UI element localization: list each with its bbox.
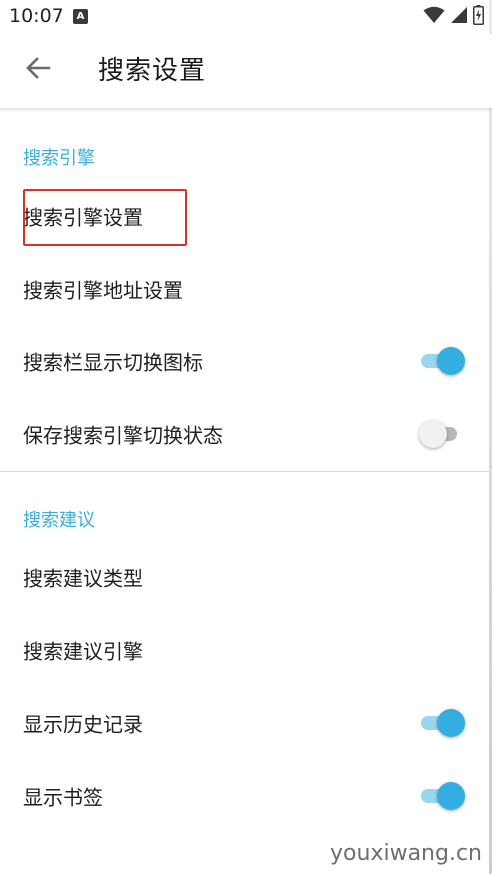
- switch-thumb: [437, 782, 465, 810]
- switch-thumb: [419, 420, 447, 448]
- app-bar: 搜索设置: [0, 34, 492, 108]
- notification-icon: A: [73, 9, 88, 24]
- pref-save-search-engine-switch-state[interactable]: 保存搜索引擎切换状态: [0, 398, 492, 470]
- settings-screen: 10:07 A 搜索设置 搜索引擎 搜索引擎设置 搜索引擎地址设置 搜索栏显示切…: [0, 0, 492, 874]
- pref-search-engine-url-settings[interactable]: 搜索引擎地址设置: [0, 253, 492, 325]
- pref-show-history[interactable]: 显示历史记录: [0, 687, 492, 759]
- toggle-switch[interactable]: [419, 419, 465, 449]
- pref-suggestion-engine[interactable]: 搜索建议引擎: [0, 614, 492, 686]
- highlight-box: [23, 189, 187, 246]
- pref-label: 显示书签: [23, 785, 103, 810]
- watermark: youxiwang.cn: [330, 841, 482, 866]
- switch-thumb: [437, 709, 465, 737]
- toggle-switch[interactable]: [419, 708, 465, 738]
- pref-search-bar-show-switch-icon[interactable]: 搜索栏显示切换图标: [0, 325, 492, 397]
- pref-label: 搜索建议类型: [23, 566, 143, 591]
- status-time: 10:07: [9, 5, 64, 27]
- back-button[interactable]: [20, 52, 56, 88]
- section-header-search-suggestions: 搜索建议: [23, 510, 95, 531]
- battery-icon: [473, 5, 484, 29]
- switch-thumb: [437, 347, 465, 375]
- pref-label: 搜索引擎地址设置: [23, 278, 183, 303]
- signal-icon: [450, 6, 468, 28]
- pref-label: 搜索建议引擎: [23, 639, 143, 664]
- toggle-switch[interactable]: [419, 781, 465, 811]
- status-bar: 10:07 A: [0, 0, 492, 34]
- page-title: 搜索设置: [98, 56, 207, 86]
- section-divider: [0, 471, 492, 472]
- pref-show-bookmarks[interactable]: 显示书签: [0, 760, 492, 832]
- pref-suggestion-type[interactable]: 搜索建议类型: [0, 541, 492, 613]
- wifi-icon: [423, 6, 445, 28]
- pref-label: 保存搜索引擎切换状态: [23, 423, 223, 448]
- toggle-switch[interactable]: [419, 346, 465, 376]
- pref-label: 显示历史记录: [23, 712, 143, 737]
- status-icons: [423, 5, 484, 29]
- pref-label: 搜索栏显示切换图标: [23, 350, 203, 375]
- arrow-left-icon: [25, 55, 51, 85]
- section-header-search-engine: 搜索引擎: [23, 148, 95, 169]
